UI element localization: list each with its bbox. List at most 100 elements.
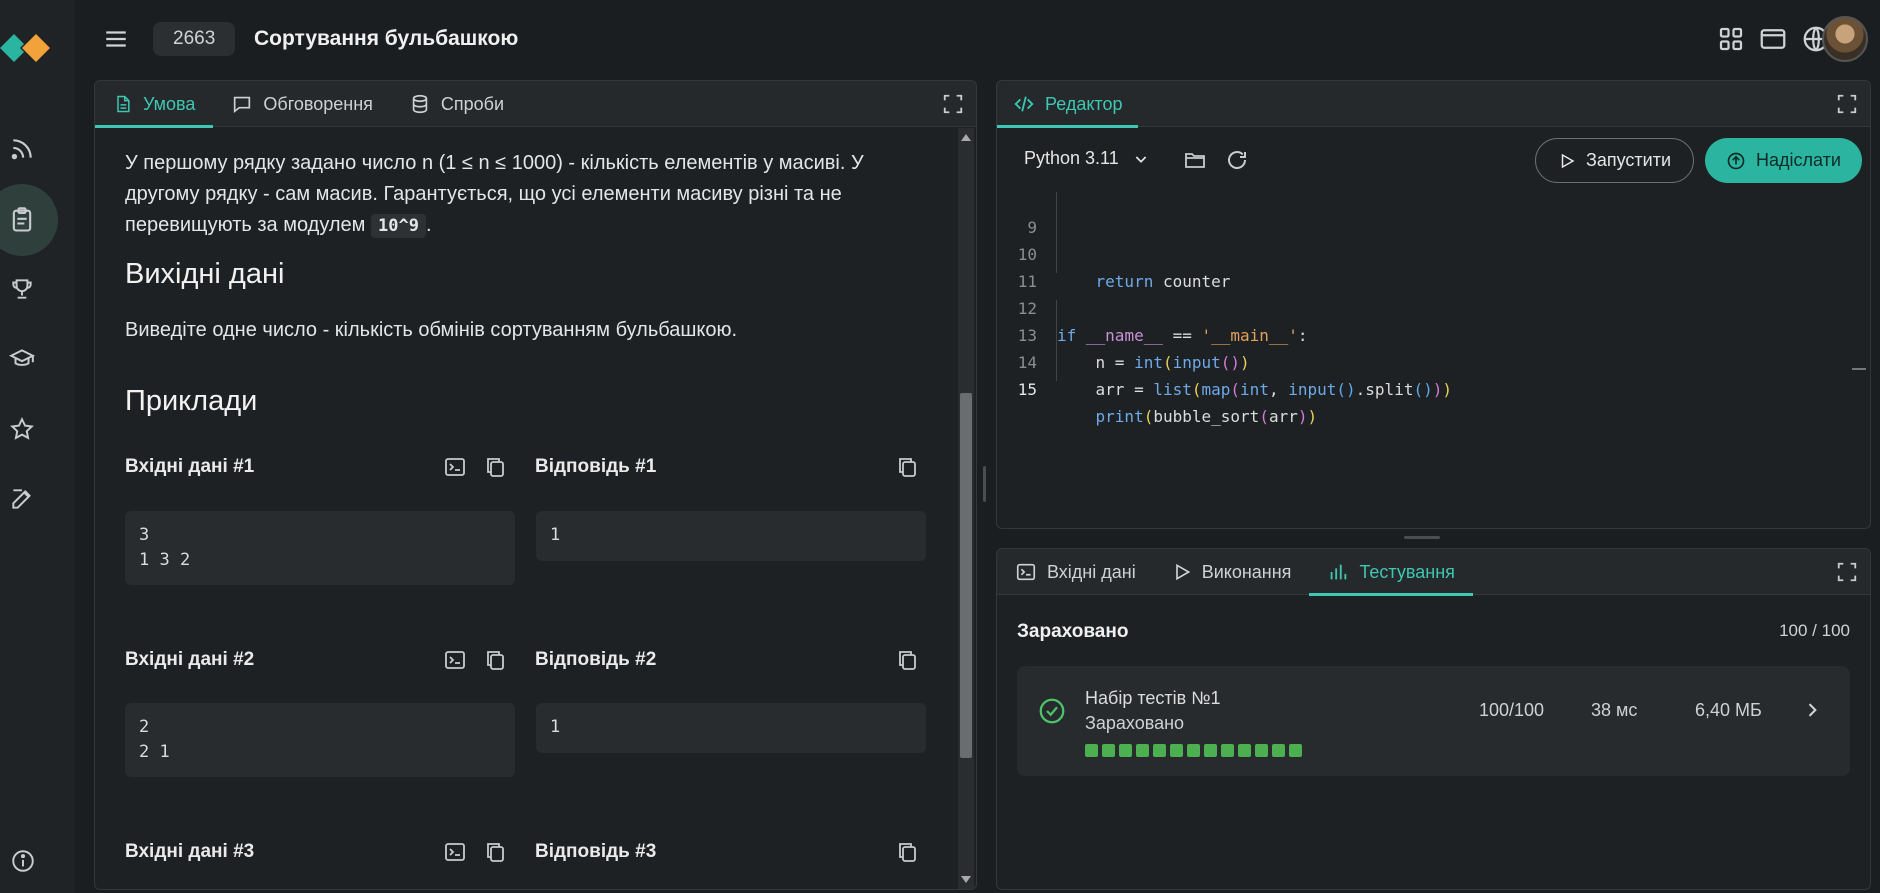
star-icon[interactable] <box>4 411 40 447</box>
problems-icon[interactable] <box>0 184 58 256</box>
example-input-label: Вхідні дані #3 <box>125 841 255 862</box>
reset-icon[interactable] <box>1225 148 1249 172</box>
vertical-scrollbar[interactable] <box>958 128 974 889</box>
tab-discussion[interactable]: Обговорення <box>213 81 391 127</box>
tab-discussion-label: Обговорення <box>263 93 373 114</box>
passed-test-square <box>1221 744 1234 757</box>
terminal-icon[interactable] <box>443 648 467 672</box>
tab-attempts[interactable]: Спроби <box>391 81 522 127</box>
bar-chart-icon <box>1331 564 1347 580</box>
expand-icon[interactable] <box>942 93 964 115</box>
editor-tabs: Редактор <box>997 81 1870 128</box>
copy-icon[interactable] <box>483 648 507 672</box>
passed-test-square <box>1289 744 1302 757</box>
user-avatar[interactable] <box>1822 16 1868 62</box>
terminal-icon[interactable] <box>443 455 467 479</box>
code-text: arr = list(map(int, input().split())) <box>1057 380 1452 399</box>
copy-icon[interactable] <box>895 455 919 479</box>
education-icon[interactable] <box>4 341 40 377</box>
test-set-status: Зараховано <box>1085 713 1185 733</box>
tab-execution[interactable]: Виконання <box>1154 549 1310 595</box>
play-icon <box>1561 153 1575 168</box>
line-number: 15 <box>1017 380 1037 399</box>
tab-statement[interactable]: Умова <box>95 81 214 128</box>
horizontal-splitter[interactable] <box>1404 536 1440 539</box>
result-status: Зараховано <box>1017 621 1129 642</box>
passed-test-square <box>1170 744 1183 757</box>
example-answer-box[interactable]: 1 <box>536 511 926 561</box>
test-set-card[interactable]: Набір тестів №1 Зараховано 100/100 38 мс… <box>1017 666 1850 776</box>
code-line: 13 n = int(input()) <box>997 295 1870 372</box>
tab-testing-label: Тестування <box>1359 561 1455 582</box>
logo-icon[interactable] <box>0 24 56 72</box>
example-answer-box[interactable]: 1 <box>536 703 926 753</box>
code-editor[interactable]: 9 10 return counter 11 12 if __name__ ==… <box>997 192 1870 528</box>
passed-test-square <box>1136 744 1149 757</box>
feed-icon[interactable] <box>4 131 40 167</box>
scroll-up-arrow[interactable] <box>961 134 971 141</box>
test-set-name: Набір тестів №1 <box>1085 688 1221 708</box>
tab-editor[interactable]: Редактор <box>997 81 1139 128</box>
output-description: Виведіте одне число - кількість обмінів … <box>125 319 738 341</box>
tab-input-data[interactable]: Вхідні дані <box>997 549 1154 595</box>
example-answer-label: Відповідь #1 <box>535 456 657 477</box>
tab-statement-label: Умова <box>143 93 196 114</box>
tab-testing[interactable]: Тестування <box>1309 549 1474 596</box>
window-icon[interactable] <box>1758 24 1788 54</box>
passed-test-square <box>1255 744 1268 757</box>
left-rail <box>0 0 75 893</box>
example-input-label: Вхідні дані #1 <box>125 456 255 477</box>
grid-icon[interactable] <box>1716 24 1746 54</box>
problem-tabs: Умова Обговорення Спроби <box>95 81 976 128</box>
code-line: 12 if __name__ == '__main__': <box>997 268 1870 345</box>
chevron-down-icon <box>1135 155 1147 163</box>
inline-code: 10^9 <box>371 214 426 238</box>
expand-icon[interactable] <box>1836 93 1858 115</box>
scroll-down-arrow[interactable] <box>961 876 971 883</box>
info-icon[interactable] <box>10 848 36 874</box>
language-select[interactable]: Python 3.11 <box>1024 148 1149 169</box>
menu-icon[interactable] <box>103 26 129 52</box>
submit-button[interactable]: Надіслати <box>1705 138 1862 183</box>
terminal-icon[interactable] <box>443 840 467 864</box>
code-icon <box>1014 96 1034 112</box>
check-circle-icon <box>1037 696 1067 726</box>
input-description: У першому рядку задано число n (1 ≤ n ≤ … <box>125 148 935 242</box>
document-icon <box>117 95 130 113</box>
run-button[interactable]: Запустити <box>1535 138 1694 183</box>
chevron-right-icon[interactable] <box>1802 700 1822 720</box>
code-line: 10 return counter <box>997 214 1870 291</box>
input-description-end: . <box>425 214 432 236</box>
passed-test-square <box>1153 744 1166 757</box>
passed-test-square <box>1102 744 1115 757</box>
app-root: 2663 Сортування бульбашкою Умова Обговор… <box>0 0 1880 893</box>
example-input-box[interactable]: 3 1 3 2 <box>125 511 515 585</box>
editor-panel: Редактор Python 3.11 Запустити Надіслати… <box>996 80 1871 529</box>
folder-icon[interactable] <box>1183 148 1207 172</box>
edit-icon[interactable] <box>4 481 40 517</box>
problem-panel: Умова Обговорення Спроби У першому рядку… <box>94 80 977 890</box>
code-line: 14 arr = list(map(int, input().split())) <box>997 322 1870 399</box>
database-icon <box>412 94 428 114</box>
trophy-icon[interactable] <box>4 271 40 307</box>
vertical-splitter[interactable] <box>983 466 986 502</box>
example-input-label: Вхідні дані #2 <box>125 649 255 670</box>
top-header: 2663 Сортування бульбашкою <box>75 0 1880 78</box>
tab-editor-label: Редактор <box>1045 93 1123 114</box>
result-score: 100 / 100 <box>1779 621 1850 640</box>
copy-icon[interactable] <box>483 840 507 864</box>
copy-icon[interactable] <box>895 840 919 864</box>
example-input-box[interactable]: 2 2 1 <box>125 703 515 777</box>
passed-test-square <box>1238 744 1251 757</box>
statement-content[interactable]: У першому рядку задано число n (1 ≤ n ≤ … <box>95 128 956 889</box>
task-id-badge: 2663 <box>153 22 236 56</box>
upload-icon <box>1727 152 1745 169</box>
examples-heading: Приклади <box>125 385 258 417</box>
copy-icon[interactable] <box>895 648 919 672</box>
editor-toolbar: Python 3.11 Запустити Надіслати <box>997 128 1870 192</box>
code-line: 15 print(bubble_sort(arr)) <box>997 349 1870 426</box>
expand-icon[interactable] <box>1836 561 1858 583</box>
results-tabs: Вхідні дані Виконання Тестування <box>997 549 1870 596</box>
copy-icon[interactable] <box>483 455 507 479</box>
scrollbar-thumb[interactable] <box>960 393 972 758</box>
